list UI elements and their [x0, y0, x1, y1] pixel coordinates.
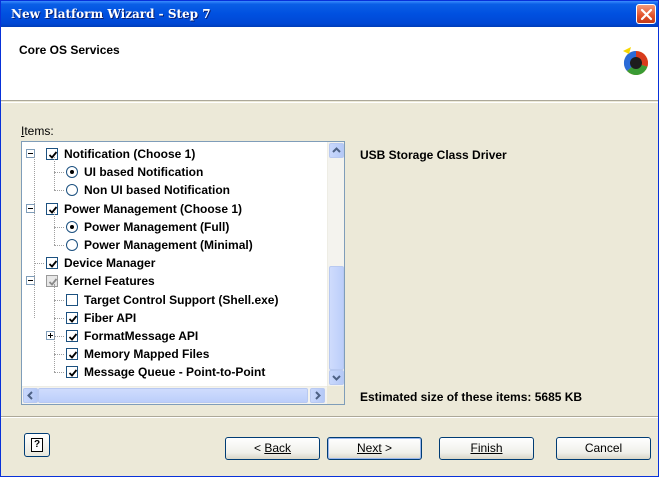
platform-logo-icon [623, 47, 648, 76]
chevron-right-icon [315, 391, 321, 400]
radio-unselected[interactable] [66, 184, 78, 197]
tree-item-label: Kernel Features [64, 274, 155, 289]
scroll-left-button[interactable] [23, 388, 38, 403]
horizontal-scroll-thumb[interactable] [38, 388, 308, 403]
horizontal-scrollbar[interactable] [22, 386, 344, 404]
tree-item[interactable]: Notification (Choose 1) [22, 145, 322, 163]
next-button-label: Next [356, 441, 382, 455]
tree-connector [54, 372, 64, 374]
checkmark-icon [48, 206, 58, 214]
close-button[interactable] [636, 4, 656, 24]
tree-connector [34, 263, 44, 265]
tree-item-label: Device Manager [64, 256, 156, 271]
chevron-up-icon [332, 147, 341, 153]
checkmark-icon [68, 369, 78, 378]
back-button-label: Back [264, 441, 292, 455]
tree-item[interactable]: Power Management (Minimal) [22, 236, 322, 254]
estimated-size-text: Estimated size of these items: 5685 KB [360, 390, 583, 404]
tree-item-label: Power Management (Choose 1) [64, 201, 243, 216]
checkmark-icon [68, 333, 78, 341]
checkmark-icon [68, 351, 78, 360]
tree-connector [54, 354, 64, 356]
checkbox-checked[interactable] [66, 366, 78, 379]
checkbox-checked[interactable] [66, 311, 78, 324]
items-tree[interactable]: Notification (Choose 1) UI based Notifica… [21, 141, 345, 405]
scroll-right-button[interactable] [310, 388, 325, 403]
wizard-window: New Platform Wizard - Step 7 Core OS Ser… [0, 0, 659, 477]
tree-item-label: Fiber API [84, 310, 137, 325]
tree-connector [54, 336, 64, 337]
tree-connector [54, 172, 64, 174]
checkmark-icon [48, 151, 58, 159]
tree-trunk-line [34, 157, 35, 318]
finish-button[interactable]: Finish [439, 437, 534, 460]
tree-item-label: UI based Notification [84, 165, 204, 180]
tree-item-label: Notification (Choose 1) [64, 147, 196, 161]
checkmark-icon [68, 315, 78, 323]
scroll-down-button[interactable] [329, 370, 344, 385]
vertical-scroll-thumb[interactable] [329, 266, 344, 370]
tree-item[interactable]: Kernel Features [22, 272, 322, 290]
chevron-left-icon [27, 391, 33, 400]
help-icon: ? [31, 438, 43, 452]
tree-connector [54, 226, 64, 228]
scrollbar-corner [327, 386, 344, 404]
tree-item[interactable]: Target Control Support (Shell.exe) [22, 291, 322, 309]
back-button[interactable]: < Back [225, 437, 320, 460]
cancel-button[interactable]: Cancel [556, 437, 651, 460]
title-bar[interactable]: New Platform Wizard - Step 7 [1, 1, 658, 27]
tree-item-label: Message Queue - Point-to-Point [84, 365, 266, 380]
checkbox-checked[interactable] [66, 330, 78, 342]
checkbox-checked[interactable] [46, 257, 58, 270]
footer-divider-highlight [1, 417, 658, 418]
tree-trunk-line [54, 284, 55, 373]
tree-item[interactable]: Message Queue - Point-to-Point [22, 363, 322, 381]
tree-item[interactable]: Memory Mapped Files [22, 345, 322, 363]
checkmark-icon [48, 278, 58, 287]
checkbox-checked[interactable] [46, 275, 58, 288]
checkbox-checked[interactable] [66, 348, 78, 361]
header-divider [1, 102, 658, 103]
checkbox-unchecked[interactable] [66, 293, 78, 306]
radio-dot [70, 170, 74, 175]
tree-connector [54, 299, 64, 301]
next-button[interactable]: Next > [327, 437, 422, 460]
tree-connector [54, 190, 64, 192]
scroll-up-button[interactable] [329, 143, 344, 158]
tree-trunk-line [54, 211, 55, 245]
radio-unselected[interactable] [66, 239, 78, 251]
wizard-header: Core OS Services [1, 27, 658, 101]
window-title: New Platform Wizard - Step 7 [11, 7, 211, 21]
items-label: Items: [21, 124, 54, 138]
tree-item-label: FormatMessage API [84, 329, 199, 343]
checkmark-icon [48, 260, 58, 269]
help-button[interactable]: ? [24, 433, 50, 457]
close-icon [640, 8, 653, 21]
radio-selected[interactable] [66, 220, 78, 233]
radio-selected[interactable] [66, 166, 78, 179]
checkbox-checked[interactable] [46, 202, 58, 215]
tree-item-label: Target Control Support (Shell.exe) [84, 292, 279, 307]
tree-item[interactable]: Power Management (Full) [22, 218, 322, 236]
tree-item[interactable]: FormatMessage API [22, 327, 322, 345]
tree-item[interactable]: Fiber API [22, 309, 322, 327]
tree-item[interactable]: Device Manager [22, 254, 322, 272]
tree-item-label: Power Management (Minimal) [84, 238, 253, 252]
tree-item-label: Non UI based Notification [84, 183, 231, 198]
tree-connector [54, 317, 64, 319]
selected-item-description: USB Storage Class Driver [360, 148, 507, 162]
tree-connector [54, 245, 64, 246]
page-title: Core OS Services [19, 43, 120, 57]
tree-item[interactable]: UI based Notification [22, 163, 322, 181]
tree-item-label: Power Management (Full) [84, 219, 230, 234]
checkbox-checked[interactable] [46, 148, 58, 160]
finish-button-label: Finish [470, 441, 503, 455]
vertical-scrollbar[interactable] [327, 142, 344, 386]
tree-trunk-line [54, 157, 55, 191]
tree-item[interactable]: Non UI based Notification [22, 181, 322, 199]
radio-dot [70, 224, 74, 229]
tree-item[interactable]: Power Management (Choose 1) [22, 200, 322, 218]
tree-item-label: Memory Mapped Files [84, 347, 210, 362]
chevron-down-icon [332, 375, 341, 381]
